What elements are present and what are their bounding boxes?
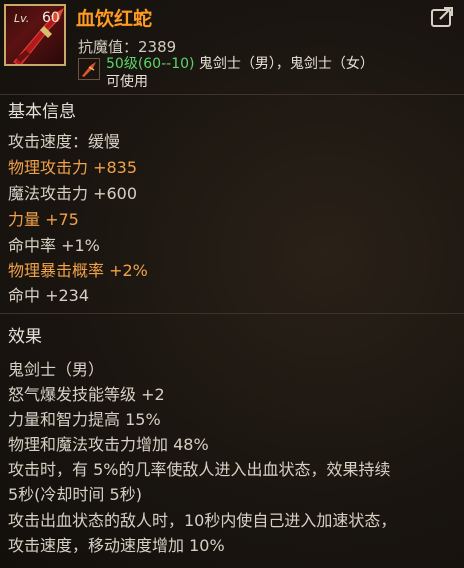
divider	[0, 94, 464, 95]
stat-hit-rate: 命中率 +1%	[8, 236, 100, 255]
class-requirement-icon	[78, 58, 100, 80]
level-badge: Lv.	[14, 12, 30, 25]
item-level: 60	[42, 10, 60, 26]
effect-line: 攻击时，有 5%的几率使敌人进入出血状态，效果持续	[8, 460, 391, 479]
effect-line: 力量和智力提高 15%	[8, 410, 161, 429]
effect-line: 物理和魔法攻击力增加 48%	[8, 435, 209, 454]
effect-line: 鬼剑士（男）	[8, 360, 105, 379]
divider	[0, 313, 464, 314]
effects-title: 效果	[8, 327, 42, 347]
stat-attack-speed: 攻击速度：缓慢	[8, 132, 121, 151]
class-requirement: 鬼剑士（男），鬼剑士（女）	[194, 56, 374, 72]
effect-line: 怒气爆发技能等级 +2	[8, 385, 165, 404]
stat-physical-attack: 物理攻击力 +835	[8, 158, 138, 177]
red-blade-weapon-icon: Lv. 60	[4, 4, 66, 66]
stat-strength: 力量 +75	[8, 210, 79, 229]
basic-info-title: 基本信息	[8, 102, 76, 122]
item-tooltip: Lv. 60 血饮红蛇 抗魔值：2389 50级(60--10) 鬼剑士（男），…	[0, 0, 464, 568]
effect-line: 攻击出血状态的敌人时，10秒内使自己进入加速状态，	[8, 511, 397, 530]
effect-line: 攻击速度，移动速度增加 10%	[8, 536, 225, 555]
usable-status: 可使用	[106, 74, 148, 90]
stat-magic-attack: 魔法攻击力 +600	[8, 184, 138, 203]
stat-physical-crit: 物理暴击概率 +2%	[8, 261, 148, 280]
level-requirement: 50级(60--10)	[106, 56, 195, 72]
effect-line: 5秒(冷却时间 5秒)	[8, 485, 142, 504]
share-icon[interactable]	[430, 6, 456, 28]
stat-hit: 命中 +234	[8, 286, 90, 305]
item-name: 血饮红蛇	[76, 8, 153, 30]
requirement-line: 50级(60--10) 鬼剑士（男），鬼剑士（女）	[106, 53, 374, 73]
